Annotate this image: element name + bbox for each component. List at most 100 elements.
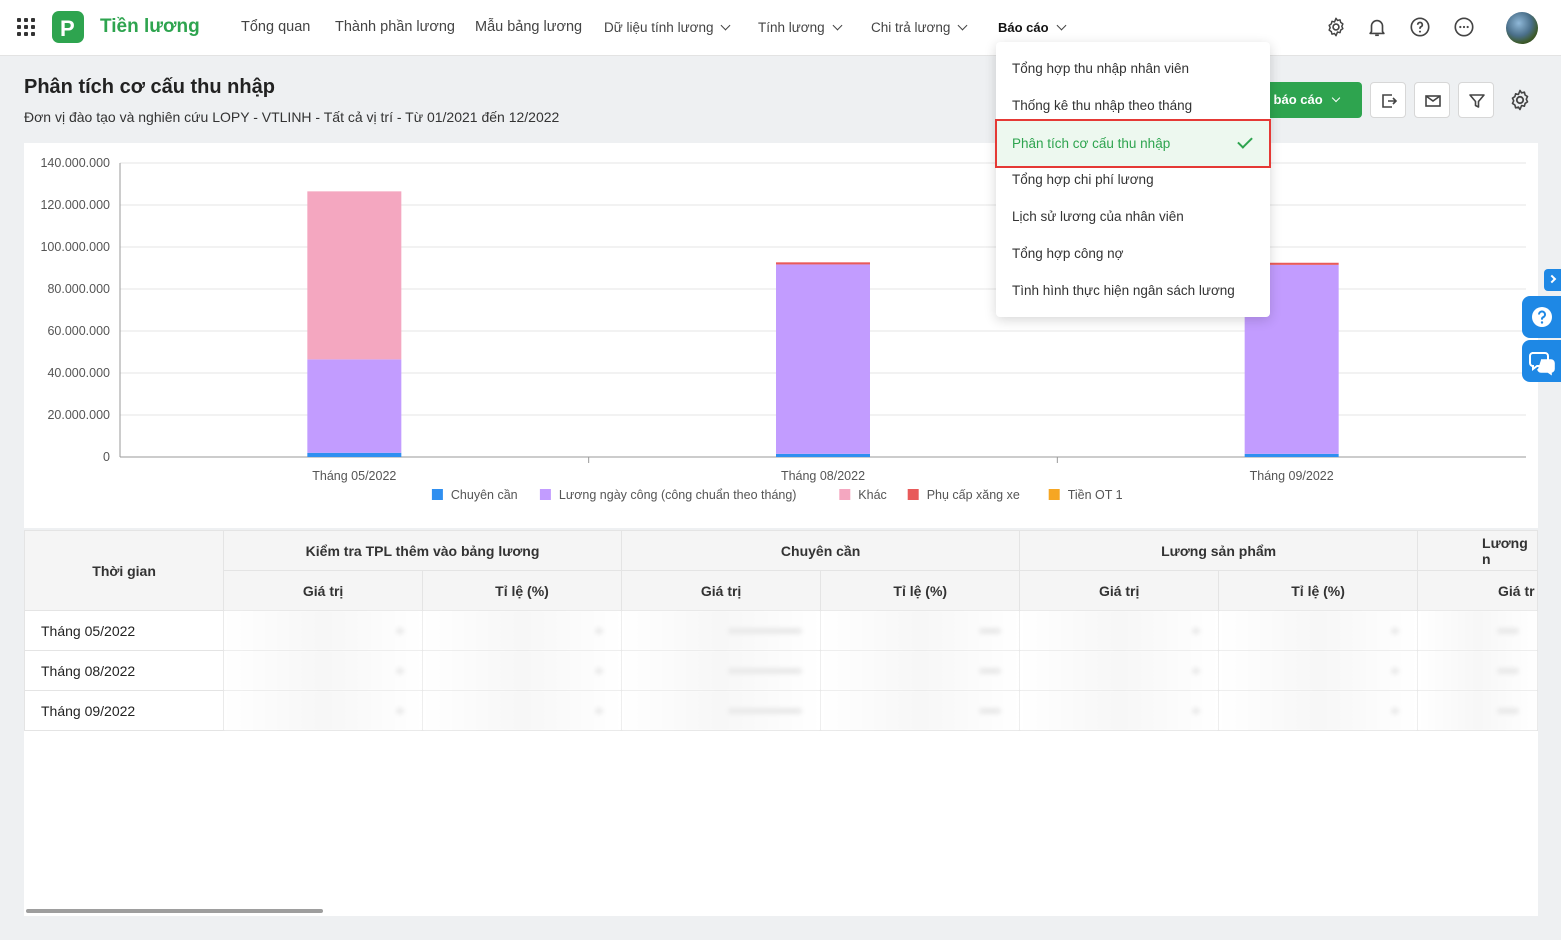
legend-label: Lương ngày công (công chuẩn theo tháng) [559, 488, 797, 502]
blurred-cell [820, 610, 1021, 651]
bar-segment [307, 359, 402, 453]
menu-item-tong-hop-thu-nhap[interactable]: Tổng hợp thu nhập nhân viên [996, 50, 1270, 87]
blurred-cell [1218, 610, 1419, 651]
apps-grid-icon[interactable] [17, 18, 35, 36]
menu-item-lich-su-luong[interactable]: Lịch sử lương của nhân viên [996, 198, 1270, 235]
nav-thanh-phan-luong[interactable]: Thành phần lương [335, 19, 455, 35]
legend-label: Phụ cấp xăng xe [927, 488, 1020, 502]
col-sub-header: Giá tr [1417, 570, 1538, 611]
chevron-down-icon [721, 20, 731, 31]
chevron-down-icon [1331, 93, 1340, 103]
y-tick-label: 120.000.000 [40, 198, 110, 212]
report-dropdown-menu: Tổng hợp thu nhập nhân viên Thống kê thu… [995, 42, 1271, 317]
page-subtitle: Đơn vị đào tạo và nghiên cứu LOPY - VTLI… [24, 109, 560, 125]
table-row[interactable]: Tháng 09/2022 [24, 690, 1538, 731]
col-group-header: Lương sản phẩm [1019, 530, 1419, 571]
avatar[interactable] [1506, 12, 1538, 44]
blurred-cell [1019, 610, 1220, 651]
y-tick-label: 20.000.000 [47, 408, 110, 422]
help-floating-button[interactable] [1522, 296, 1561, 338]
chat-floating-button[interactable] [1522, 340, 1561, 382]
menu-item-cong-no[interactable]: Tổng hợp công nợ [996, 235, 1270, 272]
filter-button[interactable] [1458, 82, 1494, 118]
blurred-cell [1019, 650, 1220, 691]
horizontal-scrollbar[interactable] [26, 909, 323, 913]
bar-segment [776, 453, 870, 457]
bar-segment [307, 452, 402, 457]
legend-label: Khác [858, 488, 887, 502]
y-tick-label: 100.000.000 [40, 240, 110, 254]
bar-segment [776, 264, 870, 454]
col-sub-header: Giá trị [223, 570, 424, 611]
col-group-header: Lương n [1417, 530, 1538, 571]
nav-tong-quan[interactable]: Tổng quan [241, 19, 310, 35]
x-tick-label: Tháng 05/2022 [312, 469, 396, 483]
menu-item-ngan-sach-luong[interactable]: Tình hình thực hiện ngân sách lương [996, 272, 1270, 309]
col-sub-header: Tỉ lệ (%) [422, 570, 622, 611]
table-row[interactable]: Tháng 05/2022 [24, 610, 1538, 651]
col-sub-header: Tỉ lệ (%) [1218, 570, 1419, 611]
help-icon[interactable] [1409, 16, 1431, 38]
legend-swatch [1048, 489, 1060, 500]
side-panel-toggle[interactable] [1544, 269, 1561, 291]
y-tick-label: 60.000.000 [47, 324, 110, 338]
blurred-cell [820, 650, 1021, 691]
blurred-cell [1218, 690, 1419, 731]
chat-icon [1529, 352, 1555, 376]
blurred-cell [1019, 690, 1220, 731]
y-tick-label: 80.000.000 [47, 282, 110, 296]
y-tick-label: 140.000.000 [40, 156, 110, 170]
x-tick-label: Tháng 09/2022 [1250, 469, 1334, 483]
bar-segment [307, 191, 402, 360]
blurred-cell [620, 690, 822, 731]
row-time: Tháng 09/2022 [24, 690, 225, 731]
export-icon [1382, 94, 1398, 108]
blurred-cell [1218, 650, 1419, 691]
chevron-down-icon [832, 20, 843, 31]
export-button[interactable] [1370, 82, 1406, 118]
nav-mau-bang-luong[interactable]: Mẫu bảng lương [475, 19, 582, 35]
menu-item-chi-phi-luong[interactable]: Tổng hợp chi phí lương [996, 161, 1270, 198]
legend-label: Chuyên cần [451, 488, 518, 502]
bar-segment [1244, 453, 1339, 457]
mail-icon [1425, 95, 1441, 107]
email-button[interactable] [1414, 82, 1450, 118]
nav-bao-cao[interactable]: Báo cáo [998, 20, 1067, 35]
blurred-cell [620, 650, 822, 691]
more-icon[interactable] [1453, 16, 1475, 38]
data-table-card: Thời gian Kiểm tra TPL thêm vào bảng lươ… [24, 530, 1538, 916]
bar-segment [776, 262, 870, 265]
menu-item-thong-ke-thu-nhap[interactable]: Thống kê thu nhập theo tháng [996, 87, 1270, 124]
bell-icon[interactable] [1366, 16, 1388, 38]
nav-tinh-luong[interactable]: Tính lương [758, 20, 843, 35]
menu-item-phan-tich-co-cau[interactable]: Phân tích cơ cấu thu nhập [995, 119, 1271, 168]
y-tick-label: 40.000.000 [47, 366, 110, 380]
gear-icon[interactable] [1325, 16, 1347, 38]
y-tick-label: 0 [103, 450, 110, 464]
chart-card: 0 20.000.000 40.000.000 60.000.000 80.000.00… [24, 143, 1538, 528]
legend-swatch [539, 489, 551, 500]
app-title[interactable]: Tiền lương [100, 16, 200, 38]
chevron-right-icon [1547, 274, 1557, 284]
blurred-cell [223, 610, 424, 651]
col-sub-header: Giá trị [1019, 570, 1220, 611]
legend-swatch [907, 489, 919, 500]
settings-gear-icon[interactable] [1508, 88, 1532, 112]
nav-chi-tra-luong[interactable]: Chi trả lương [871, 20, 968, 35]
blurred-cell [223, 690, 424, 731]
table-row[interactable]: Tháng 08/2022 [24, 650, 1538, 691]
legend-swatch [839, 489, 851, 500]
col-group-header: Kiểm tra TPL thêm vào bảng lương [223, 530, 622, 571]
app-logo[interactable]: P [52, 11, 84, 43]
chevron-down-icon [1056, 20, 1067, 31]
income-table: Thời gian Kiểm tra TPL thêm vào bảng lươ… [24, 530, 1538, 731]
col-sub-header: Giá trị [620, 570, 822, 611]
blurred-cell [1417, 610, 1538, 651]
blurred-cell [422, 610, 622, 651]
blurred-cell [223, 650, 424, 691]
legend-label: Tiền OT 1 [1068, 488, 1123, 502]
check-icon [1237, 133, 1253, 149]
col-time-header: Thời gian [24, 530, 225, 611]
nav-du-lieu-tinh-luong[interactable]: Dữ liệu tính lương [604, 20, 731, 35]
blurred-cell [620, 610, 822, 651]
